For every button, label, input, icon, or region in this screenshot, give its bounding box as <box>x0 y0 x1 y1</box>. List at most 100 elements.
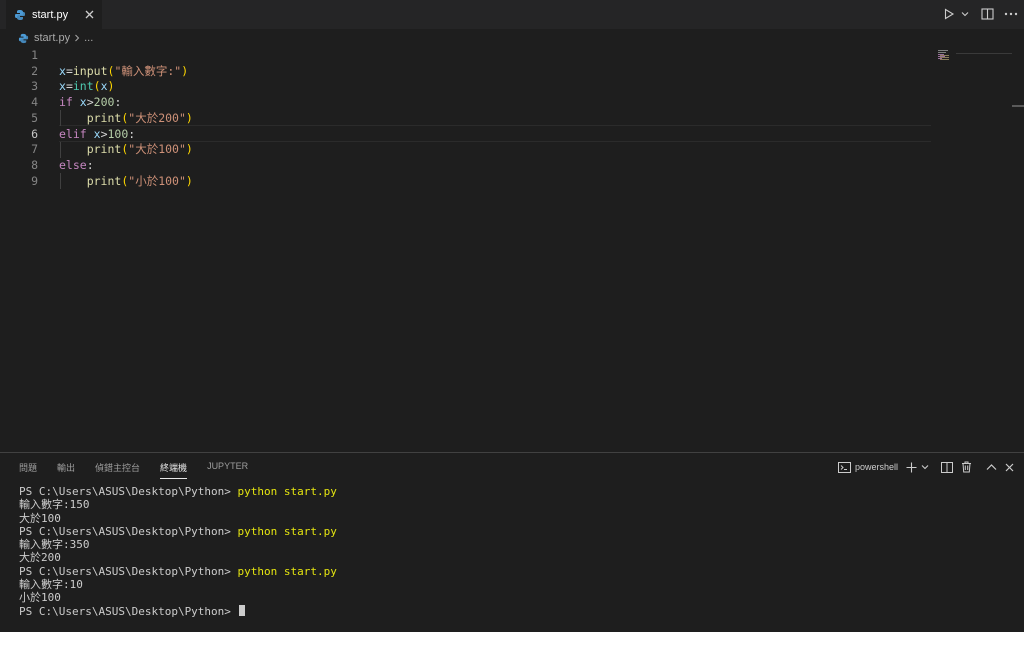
editor-tab-bar: start.py <box>0 0 1024 29</box>
terminal-output-text: 輸入數字:150 <box>19 498 90 512</box>
code-editor[interactable]: 1 2 x=input("輸入數字:") 3 x=int(x) 4 if x>200: 5 p… <box>0 47 1012 447</box>
code-line[interactable]: 7 print("大於100") <box>0 141 1012 157</box>
code-line[interactable]: 2 x=input("輸入數字:") <box>0 63 1012 79</box>
terminal-output-text: 輸入數字:350 <box>19 538 90 552</box>
code-token: x <box>59 79 66 94</box>
minimap[interactable] <box>938 47 956 60</box>
terminal-line: 大於100 <box>19 512 1009 525</box>
code-line[interactable]: 5 print("大於200") <box>0 110 1012 126</box>
code-token: 100 <box>107 126 129 141</box>
chevron-down-icon[interactable] <box>961 10 969 18</box>
terminal-cursor <box>238 604 245 616</box>
terminal-line: 小於100 <box>19 591 1009 604</box>
breadcrumb-more[interactable]: ... <box>84 32 93 44</box>
code-line[interactable]: 4 if x>200: <box>0 94 1012 110</box>
terminal-prompt: PS C:\Users\ASUS\Desktop\Python> <box>19 604 238 618</box>
terminal-selector[interactable]: powershell <box>837 461 898 473</box>
vscode-window: start.py start.py ... 1 2 x=input("輸入數字:… <box>0 0 1024 632</box>
code-token: ) <box>185 173 193 188</box>
terminal-output[interactable]: PS C:\Users\ASUS\Desktop\Python> python … <box>19 485 1009 618</box>
breadcrumb: start.py ... <box>18 31 93 45</box>
code-text: x=int(x) <box>59 78 114 94</box>
panel-actions: powershell <box>837 459 1014 475</box>
code-line[interactable]: 3 x=int(x) <box>0 78 1012 94</box>
more-actions-icon[interactable] <box>1004 12 1018 16</box>
terminal-command: python start.py <box>237 524 337 538</box>
terminal-output-text: 大於200 <box>19 551 61 565</box>
terminal-line: 輸入數字:10 <box>19 578 1009 591</box>
chevron-up-icon[interactable] <box>986 463 997 471</box>
code-token: elif <box>59 126 94 141</box>
tab-output[interactable]: 輸出 <box>57 461 75 479</box>
code-token: "輸入數字:" <box>114 63 182 78</box>
breadcrumb-file[interactable]: start.py <box>34 32 70 44</box>
code-token: x <box>93 126 101 141</box>
code-token: "大於200" <box>128 110 186 125</box>
run-icon[interactable] <box>943 8 955 20</box>
code-text: if x>200: <box>59 94 121 110</box>
line-number: 6 <box>31 126 38 141</box>
terminal-line: 輸入數字:350 <box>19 538 1009 551</box>
code-token: "小於100" <box>128 173 186 188</box>
code-token: print <box>86 110 122 125</box>
terminal-line: PS C:\Users\ASUS\Desktop\Python> python … <box>19 485 1009 498</box>
plus-icon[interactable] <box>906 462 917 473</box>
code-token: ) <box>181 63 189 78</box>
terminal-output-text: 輸入數字:10 <box>19 578 83 592</box>
editor-actions <box>943 6 1018 22</box>
terminal-prompt: PS C:\Users\ASUS\Desktop\Python> <box>19 485 238 498</box>
code-text: x=input("輸入數字:") <box>59 63 188 79</box>
code-token: > <box>86 95 94 110</box>
terminal-prompt: PS C:\Users\ASUS\Desktop\Python> <box>19 564 238 578</box>
terminal-output-text: 小於100 <box>19 591 61 605</box>
code-token: : <box>86 157 94 172</box>
tab-start-py[interactable]: start.py <box>6 0 102 29</box>
code-text: print("大於200") <box>59 110 193 126</box>
split-editor-icon[interactable] <box>981 8 994 20</box>
chevron-right-icon <box>74 34 80 42</box>
chevron-down-icon[interactable] <box>921 463 929 471</box>
terminal-line: PS C:\Users\ASUS\Desktop\Python> python … <box>19 525 1009 538</box>
code-token: : <box>114 95 122 110</box>
line-number: 5 <box>31 110 38 125</box>
tab-problems[interactable]: 問題 <box>19 461 37 479</box>
code-line[interactable]: 6 elif x>100: <box>0 126 1012 142</box>
line-number: 9 <box>31 173 38 188</box>
close-icon[interactable] <box>82 7 96 21</box>
terminal-output-text: 大於100 <box>19 511 61 525</box>
tab-terminal[interactable]: 終端機 <box>160 461 188 479</box>
bottom-panel: 問題 輸出 偵錯主控台 終端機 JUPYTER powershell PS C:… <box>0 452 1024 632</box>
close-panel-icon[interactable] <box>1005 463 1014 472</box>
line-number: 2 <box>31 63 38 78</box>
code-token: input <box>72 63 108 78</box>
line-number: 7 <box>31 142 38 157</box>
tab-debug-console[interactable]: 偵錯主控台 <box>95 461 140 479</box>
code-line[interactable]: 8 else: <box>0 157 1012 173</box>
line-number: 4 <box>31 95 38 110</box>
code-line[interactable]: 9 print("小於100") <box>0 173 1012 189</box>
line-number: 8 <box>31 157 38 172</box>
terminal-command: python start.py <box>237 564 337 578</box>
terminal-icon <box>837 461 851 473</box>
python-file-icon <box>14 9 26 21</box>
tab-label: start.py <box>32 8 69 21</box>
code-text: print("大於100") <box>59 141 193 157</box>
overview-ruler-line <box>956 53 1012 54</box>
terminal-prompt: PS C:\Users\ASUS\Desktop\Python> <box>19 524 238 538</box>
code-token: > <box>100 126 108 141</box>
tab-jupyter[interactable]: JUPYTER <box>207 461 248 479</box>
code-text: print("小於100") <box>59 173 193 189</box>
line-number: 3 <box>31 79 38 94</box>
code-token: ) <box>185 110 193 125</box>
code-token: x <box>79 95 87 110</box>
code-line[interactable]: 1 <box>0 47 1012 63</box>
scrollbar[interactable] <box>1012 105 1024 107</box>
code-token: "大於100" <box>128 142 186 157</box>
trash-icon[interactable] <box>961 461 972 473</box>
split-terminal-icon[interactable] <box>941 461 953 473</box>
code-token: print <box>86 142 122 157</box>
terminal-line: 輸入數字:150 <box>19 498 1009 511</box>
panel-tabs: 問題 輸出 偵錯主控台 終端機 JUPYTER <box>19 461 268 479</box>
